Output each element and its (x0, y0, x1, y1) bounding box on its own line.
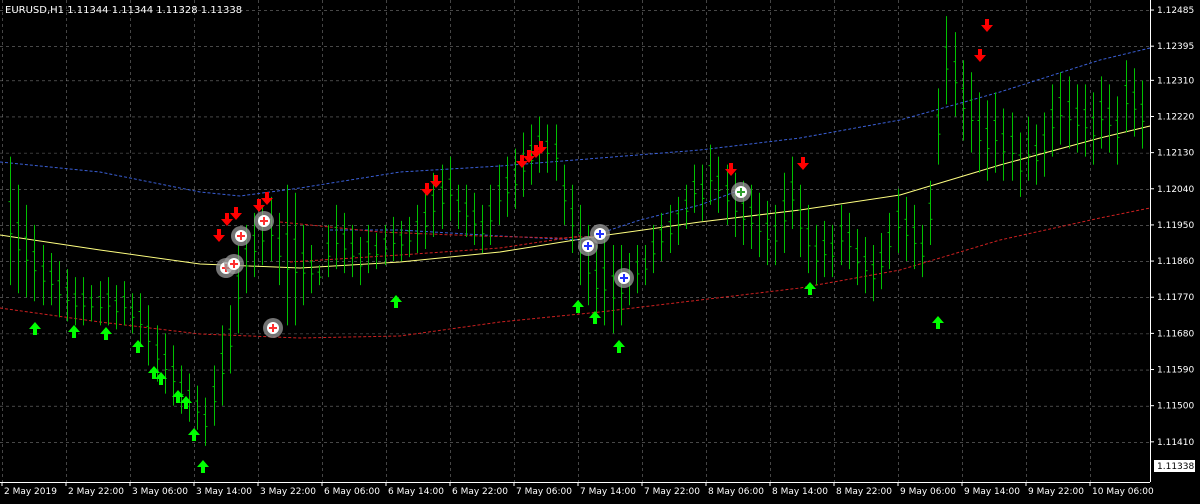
price-chart-canvas[interactable]: 1.12485 1.12395 1.12310 1.12220 1.12130 1.120… (0, 0, 1200, 500)
time-tick-label: 8 May 22:00 (836, 487, 892, 497)
time-tick-label: 7 May 14:00 (580, 487, 636, 497)
time-tick-label: 2 May 2019 (4, 487, 57, 497)
time-tick-label: 7 May 22:00 (644, 487, 700, 497)
price-tick-label: 1.11770 (1157, 293, 1194, 303)
time-tick-label: 9 May 22:00 (1028, 487, 1084, 497)
time-tick-label: 6 May 22:00 (452, 487, 508, 497)
time-tick-label: 8 May 06:00 (708, 487, 764, 497)
time-tick-label: 3 May 14:00 (196, 487, 252, 497)
price-tick-label: 1.11860 (1157, 257, 1194, 267)
time-tick-label: 2 May 22:00 (68, 487, 124, 497)
time-tick-label: 9 May 06:00 (900, 487, 956, 497)
time-tick-label: 3 May 06:00 (132, 487, 188, 497)
time-tick-label: 8 May 14:00 (772, 487, 828, 497)
last-price-text: 1.11338 (1157, 462, 1194, 472)
time-tick-label: 6 May 14:00 (388, 487, 444, 497)
symbol-info: EURUSD,H1 1.11344 1.11344 1.11328 1.1133… (5, 5, 242, 16)
price-tick-label: 1.11950 (1157, 221, 1194, 231)
time-tick-label: 3 May 22:00 (260, 487, 316, 497)
time-tick-label: 6 May 06:00 (324, 487, 380, 497)
price-tick-label: 1.12395 (1157, 42, 1194, 52)
price-tick-label: 1.12310 (1157, 76, 1194, 86)
price-tick-label: 1.12485 (1157, 6, 1194, 16)
price-tick-label: 1.11500 (1157, 402, 1194, 412)
price-tick-label: 1.12040 (1157, 185, 1194, 195)
price-tick-label: 1.11410 (1157, 438, 1194, 448)
time-tick-label: 7 May 06:00 (516, 487, 572, 497)
last-price-label: 1.11338 (1154, 460, 1195, 472)
time-tick-label: 10 May 06:00 (1092, 487, 1154, 497)
price-tick-label: 1.11590 (1157, 366, 1194, 376)
price-tick-label: 1.11680 (1157, 329, 1194, 339)
price-tick-label: 1.12130 (1157, 149, 1194, 159)
price-tick-label: 1.12220 (1157, 112, 1194, 122)
time-tick-label: 9 May 14:00 (964, 487, 1020, 497)
trading-chart[interactable]: 1.12485 1.12395 1.12310 1.12220 1.12130 1.120… (0, 0, 1200, 500)
